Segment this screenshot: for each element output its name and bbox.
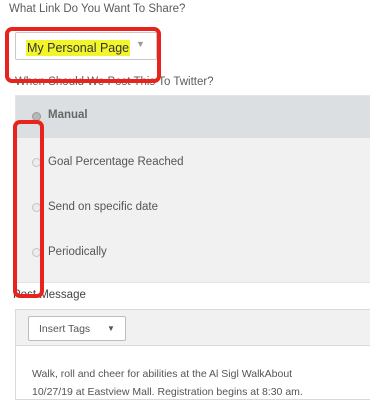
schedule-option-label: Goal Percentage Reached bbox=[48, 156, 184, 168]
schedule-options-panel: Manual Goal Percentage Reached Send on s… bbox=[15, 95, 370, 283]
schedule-option-manual[interactable]: Manual bbox=[16, 96, 370, 138]
insert-tags-button[interactable]: Insert Tags ▼ bbox=[28, 316, 126, 341]
link-question-label: What Link Do You Want To Share? bbox=[9, 3, 186, 15]
schedule-option-periodically[interactable]: Periodically bbox=[31, 244, 361, 264]
schedule-option-goal-percentage[interactable]: Goal Percentage Reached bbox=[31, 154, 361, 174]
insert-tags-label: Insert Tags bbox=[39, 323, 91, 335]
schedule-option-specific-date[interactable]: Send on specific date bbox=[31, 199, 361, 219]
post-message-textarea[interactable]: Walk, roll and cheer for abilities at th… bbox=[15, 346, 370, 400]
annotation-highlight-box bbox=[5, 27, 161, 83]
message-line: Walk, roll and cheer for abilities at th… bbox=[32, 368, 293, 380]
chevron-down-icon: ▼ bbox=[107, 324, 115, 333]
message-line: 10/27/19 at Eastview Mall. Registration … bbox=[32, 386, 303, 398]
schedule-option-label: Periodically bbox=[48, 246, 107, 258]
schedule-option-label: Send on specific date bbox=[48, 201, 158, 213]
schedule-option-label: Manual bbox=[48, 109, 88, 121]
editor-toolbar: Insert Tags ▼ bbox=[15, 309, 370, 346]
annotation-highlight-box bbox=[13, 120, 44, 298]
